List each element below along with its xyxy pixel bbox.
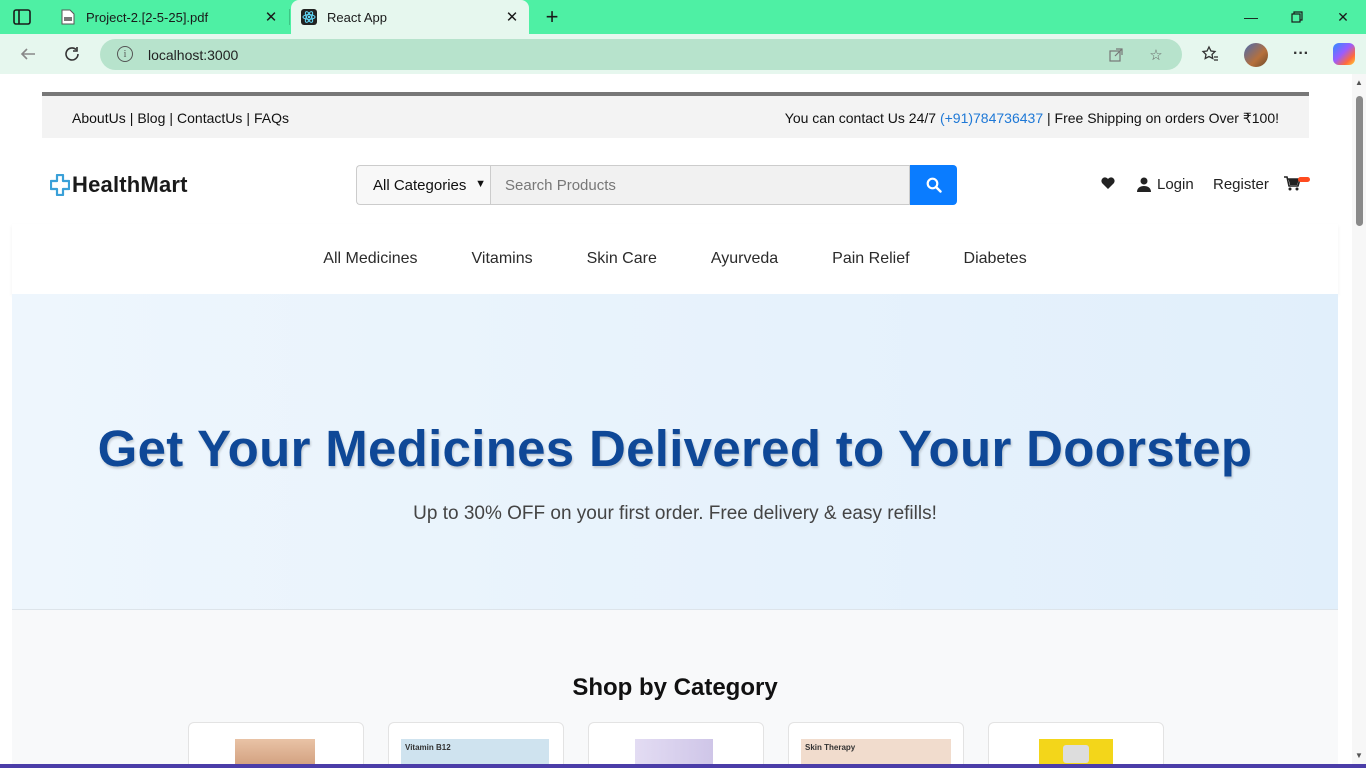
category-select-value: All Categories: [373, 176, 467, 194]
scroll-down-arrow-icon[interactable]: ▼: [1355, 751, 1363, 760]
search-icon: [926, 177, 942, 193]
contact-info: You can contact Us 24/7 (+91)784736437 |…: [785, 110, 1279, 127]
back-arrow-icon[interactable]: [14, 40, 42, 68]
category-image: [635, 739, 713, 764]
top-info-bar: AboutUs | Blog | ContactUs | FAQs You can cont…: [42, 92, 1309, 138]
section-heading: Shop by Category: [572, 674, 778, 701]
phone-link[interactable]: (+91)784736437: [940, 110, 1043, 126]
search-placeholder: Search Products: [505, 176, 616, 194]
logo-text: HealthMart: [72, 172, 188, 197]
category-image-text: Skin Therapy: [805, 743, 856, 752]
category-image: Vitamin B12: [401, 739, 549, 764]
site-info-icon[interactable]: i: [117, 46, 133, 62]
nav-item-pain-relief[interactable]: Pain Relief: [832, 250, 909, 268]
tab-separator: [289, 9, 290, 25]
category-image-text: Vitamin B12: [405, 743, 451, 752]
open-in-app-icon[interactable]: [1107, 46, 1125, 64]
category-select[interactable]: All Categories ▼: [356, 165, 490, 205]
url-text: localhost:3000: [148, 47, 239, 63]
restore-window-icon[interactable]: [1274, 0, 1320, 34]
category-image: Skin Therapy: [801, 739, 951, 764]
pdf-file-icon: [60, 9, 76, 25]
nav-item-diabetes[interactable]: Diabetes: [964, 250, 1027, 268]
cart-badge: [1298, 177, 1310, 182]
close-tab-icon[interactable]: ✕: [260, 6, 282, 28]
nav-item-all-medicines[interactable]: All Medicines: [323, 250, 417, 268]
contact-us-link[interactable]: ContactUs: [177, 110, 242, 126]
new-tab-button[interactable]: +: [540, 4, 564, 29]
wishlist-button[interactable]: [1100, 176, 1116, 190]
contact-text: You can contact Us 24/7: [784, 110, 937, 126]
medical-cross-icon: [50, 174, 70, 196]
login-label: Login: [1157, 176, 1194, 193]
register-link[interactable]: Register: [1213, 176, 1269, 193]
browser-tab-pdf[interactable]: Project-2.[2-5-25].pdf ✕: [50, 0, 288, 34]
hero-banner: Get Your Medicines Delivered to Your Doo…: [12, 294, 1338, 610]
tab-actions-icon[interactable]: [12, 8, 32, 26]
shop-by-category-section: Shop by Category Vitamin B12 Skin Therap…: [12, 610, 1338, 764]
link-divider: |: [169, 110, 174, 126]
favorite-star-icon[interactable]: ☆: [1147, 46, 1165, 64]
browser-tab-bar: Project-2.[2-5-25].pdf ✕ React App ✕ + —…: [0, 0, 1366, 34]
tab-title: React App: [327, 9, 387, 25]
blog-link[interactable]: Blog: [137, 110, 165, 126]
react-logo-icon: [301, 9, 317, 25]
profile-avatar[interactable]: [1244, 43, 1268, 67]
top-links: AboutUs | Blog | ContactUs | FAQs: [72, 110, 289, 126]
page-viewport: AboutUs | Blog | ContactUs | FAQs You can cont…: [0, 74, 1366, 764]
about-us-link[interactable]: AboutUs: [72, 110, 126, 126]
link-divider: |: [129, 110, 134, 126]
category-card[interactable]: [188, 722, 364, 764]
nav-item-skin-care[interactable]: Skin Care: [587, 250, 657, 268]
close-tab-icon[interactable]: ✕: [501, 6, 523, 28]
taskbar-edge: [0, 764, 1366, 768]
more-menu-icon[interactable]: ···: [1290, 43, 1312, 65]
address-field[interactable]: i localhost:3000 ☆: [100, 39, 1182, 70]
category-card[interactable]: Vitamin B12: [388, 722, 564, 764]
nav-item-ayurveda[interactable]: Ayurveda: [711, 250, 778, 268]
category-image: [235, 739, 315, 764]
browser-address-bar: i localhost:3000 ☆ ···: [0, 34, 1366, 74]
hero-subtitle: Up to 30% OFF on your first order. Free …: [413, 503, 937, 524]
site-logo[interactable]: HealthMart: [50, 170, 188, 200]
page-scrollbar[interactable]: ▲ ▼: [1352, 74, 1366, 764]
category-card[interactable]: [988, 722, 1164, 764]
login-button[interactable]: Login: [1137, 176, 1194, 193]
favorites-icon[interactable]: [1199, 43, 1221, 65]
minimize-window-icon[interactable]: —: [1228, 0, 1274, 34]
search-bar: All Categories ▼ Search Products: [356, 165, 957, 205]
browser-tab-react-app[interactable]: React App ✕: [291, 0, 529, 34]
product-jar-image: [1063, 745, 1089, 763]
chevron-down-icon: ▼: [475, 178, 486, 190]
category-image: [1039, 739, 1113, 764]
reload-icon[interactable]: [58, 40, 86, 68]
copilot-icon[interactable]: [1333, 43, 1355, 65]
shipping-text: | Free Shipping on orders Over ₹100!: [1047, 110, 1279, 126]
scroll-up-arrow-icon[interactable]: ▲: [1355, 78, 1363, 87]
faqs-link[interactable]: FAQs: [254, 110, 289, 126]
category-card[interactable]: [588, 722, 764, 764]
heart-icon: [1101, 177, 1115, 189]
link-divider: |: [246, 110, 251, 126]
scrollbar-thumb[interactable]: [1356, 96, 1363, 226]
category-nav: All Medicines Vitamins Skin Care Ayurved…: [12, 224, 1338, 294]
register-label: Register: [1213, 176, 1269, 193]
nav-item-vitamins[interactable]: Vitamins: [472, 250, 533, 268]
close-window-icon[interactable]: ✕: [1320, 0, 1366, 34]
tab-title: Project-2.[2-5-25].pdf: [86, 9, 209, 25]
hero-title: Get Your Medicines Delivered to Your Doo…: [97, 420, 1253, 477]
user-icon: [1137, 177, 1151, 192]
category-card[interactable]: Skin Therapy: [788, 722, 964, 764]
search-button[interactable]: [910, 165, 957, 205]
search-input[interactable]: Search Products: [490, 165, 910, 205]
